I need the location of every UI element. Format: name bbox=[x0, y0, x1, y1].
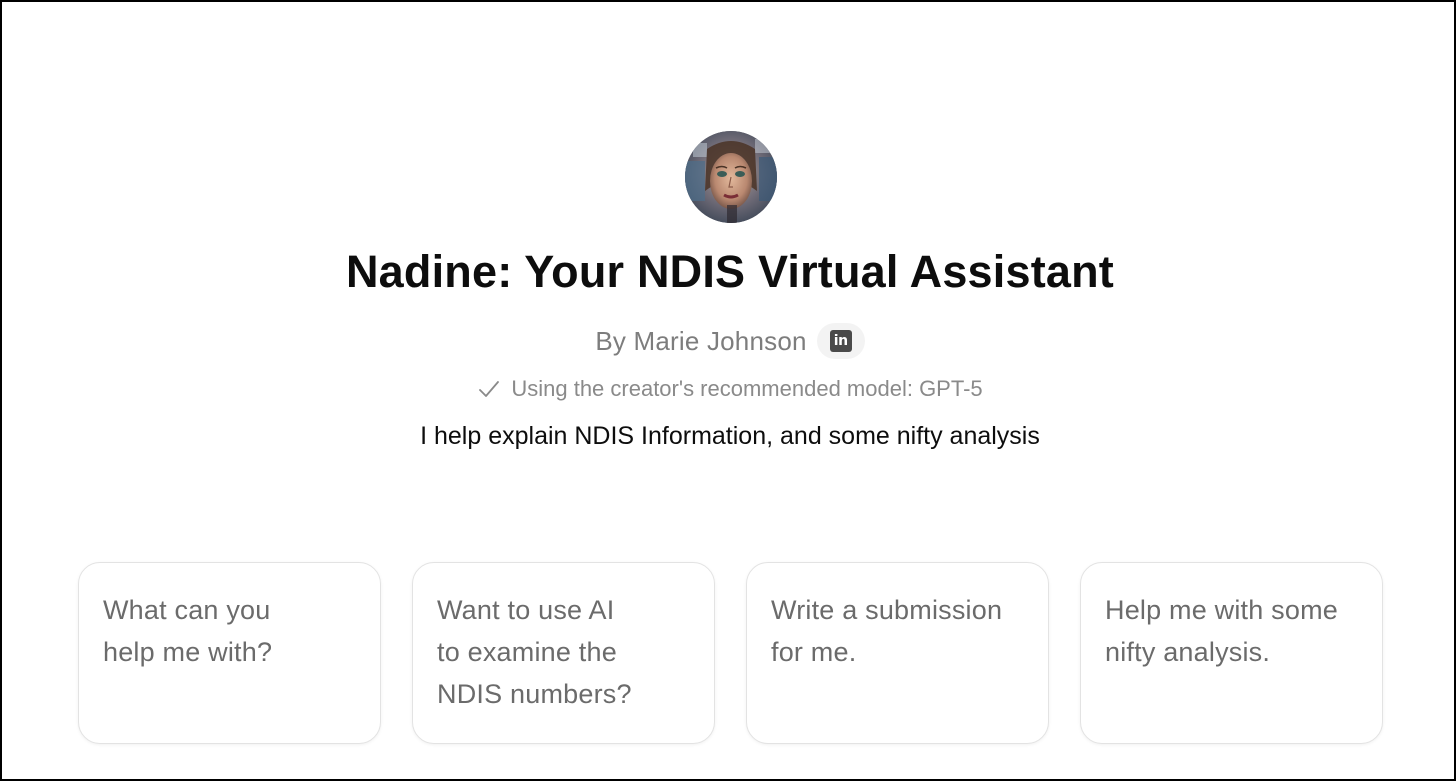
conversation-starter-card[interactable]: What can you help me with? bbox=[78, 562, 381, 744]
gpt-title: Nadine: Your NDIS Virtual Assistant bbox=[345, 246, 1114, 297]
author-name: By Marie Johnson bbox=[595, 325, 807, 356]
linkedin-icon: in bbox=[829, 330, 852, 352]
linkedin-button[interactable]: in bbox=[816, 323, 865, 359]
check-icon bbox=[479, 381, 500, 397]
conversation-starter-text: What can you help me with? bbox=[103, 595, 273, 667]
model-notice-text: Using the creator's recommended model: G… bbox=[511, 376, 983, 401]
gpt-landing-page: Nadine: Your NDIS Virtual Assistant By M… bbox=[0, 0, 1456, 781]
model-notice: Using the creator's recommended model: G… bbox=[2, 374, 1456, 404]
gpt-description: I help explain NDIS Information, and som… bbox=[420, 422, 1040, 450]
gpt-avatar bbox=[685, 131, 777, 223]
conversation-starter-text: Help me with some nifty analysis. bbox=[1105, 595, 1338, 667]
conversation-starter-card[interactable]: Write a submission for me. bbox=[746, 562, 1049, 744]
conversation-starter-text: Write a submission for me. bbox=[771, 595, 1003, 667]
conversation-starter-card[interactable]: Want to use AI to examine the NDIS numbe… bbox=[412, 562, 715, 744]
author-row: By Marie Johnson in bbox=[2, 322, 1456, 360]
avatar-image bbox=[685, 131, 777, 223]
conversation-starter-text: Want to use AI to examine the NDIS numbe… bbox=[437, 595, 632, 709]
conversation-starter-card[interactable]: Help me with some nifty analysis. bbox=[1080, 562, 1383, 744]
